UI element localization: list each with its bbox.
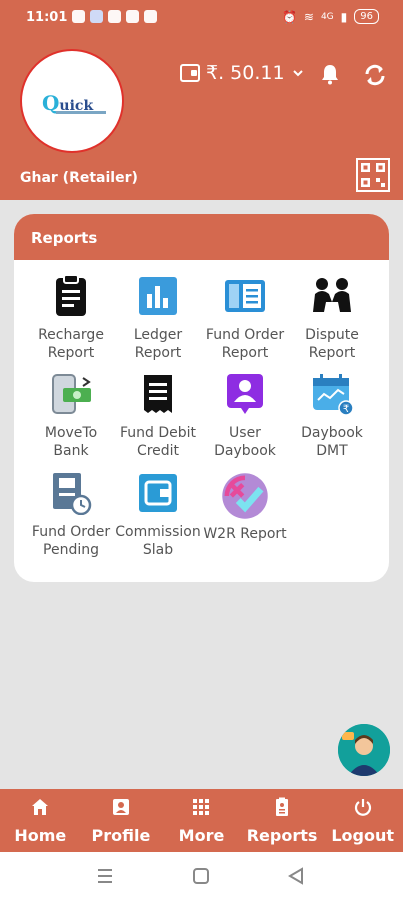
network-label: 4G: [320, 11, 334, 22]
wallet-icon: [139, 474, 177, 512]
reports-card: Reports Recharge Report Ledger Report Fu…: [14, 214, 389, 582]
profile-icon: [112, 799, 129, 815]
app-header: 11:01 ⏰ ≋ 4G ▮ 96 Quick ₹. 50.11 Ghar (R…: [0, 0, 403, 200]
system-navigation-bar: [0, 852, 403, 900]
support-agent-icon: [338, 724, 390, 776]
tile-label: User Daybook: [214, 425, 276, 459]
company-logo[interactable]: Quick: [20, 49, 124, 153]
tile-recharge-report[interactable]: Recharge Report: [24, 274, 118, 362]
refresh-icon[interactable]: [362, 62, 388, 88]
tile-label: Fund Order Pending: [31, 524, 111, 558]
tile-ledger-report[interactable]: Ledger Report: [111, 274, 205, 362]
nav-more[interactable]: More: [161, 789, 242, 852]
tile-commission-slab[interactable]: Commission Slab: [111, 471, 205, 559]
tile-label: W2R Report: [203, 526, 287, 542]
nav-label: More: [178, 826, 225, 845]
svg-text:₹: ₹: [343, 404, 349, 415]
alarm-icon: ⏰: [281, 9, 297, 24]
bar-chart-icon: [139, 277, 177, 315]
reports-title: Reports: [14, 214, 389, 260]
tile-label: Dispute Report: [305, 327, 359, 361]
nav-label: Profile: [91, 826, 151, 845]
support-chat-button[interactable]: [338, 724, 390, 776]
signal-icon: ▮: [340, 9, 348, 24]
status-right: ⏰ ≋ 4G ▮ 96: [282, 9, 379, 24]
system-back-icon[interactable]: [288, 867, 303, 885]
tile-label: Ledger Report: [133, 327, 183, 361]
wallet-balance-button[interactable]: ₹. 50.11: [180, 62, 305, 84]
fund-order-icon: [225, 280, 265, 312]
wallet-icon: [180, 64, 200, 82]
check-cross-icon: [222, 473, 268, 519]
status-bar: 11:01 ⏰ ≋ 4G ▮ 96: [0, 0, 403, 36]
calendar-rupee-icon: ₹: [313, 374, 354, 416]
wallet-balance: ₹. 50.11: [206, 62, 285, 84]
tile-label: Daybook DMT: [301, 425, 363, 459]
nav-profile[interactable]: Profile: [81, 789, 162, 852]
system-home-icon[interactable]: [193, 868, 209, 884]
warning-icon: [108, 10, 121, 23]
logo-tagline: [56, 111, 106, 114]
nav-home[interactable]: Home: [0, 789, 81, 852]
nav-label: Home: [14, 826, 67, 845]
tile-fund-order-pending[interactable]: Fund Order Pending: [24, 471, 118, 559]
dispute-icon: [313, 278, 351, 312]
tile-move-to-bank[interactable]: MoveTo Bank: [24, 372, 118, 460]
home-icon: [32, 799, 49, 815]
notification-icon: [144, 10, 157, 23]
qr-code-icon[interactable]: [356, 158, 390, 192]
tile-user-daybook[interactable]: User Daybook: [198, 372, 292, 460]
tile-label: Fund Debit Credit: [119, 425, 197, 459]
user-daybook-icon: [227, 374, 263, 414]
notification-icon: [72, 10, 85, 23]
tile-label: MoveTo Bank: [44, 425, 98, 459]
tile-daybook-dmt[interactable]: ₹ Daybook DMT: [285, 372, 379, 460]
nav-label: Logout: [331, 826, 394, 845]
tile-fund-order-report[interactable]: Fund Order Report: [198, 274, 292, 362]
wifi-icon: ≋: [303, 9, 314, 24]
tile-dispute-report[interactable]: Dispute Report: [285, 274, 379, 362]
notification-icon: [126, 10, 139, 23]
tile-fund-debit-credit[interactable]: Fund Debit Credit: [111, 372, 205, 460]
report-icon: [276, 797, 289, 816]
bell-icon[interactable]: [318, 62, 342, 86]
pending-clock-icon: [53, 473, 92, 516]
battery-icon: 96: [354, 9, 379, 24]
notification-icons: [72, 10, 157, 23]
nav-label: Reports: [246, 826, 318, 845]
shop-name: Ghar (Retailer): [20, 170, 138, 186]
tile-label: Fund Order Report: [205, 327, 285, 361]
chevron-down-icon: [292, 70, 303, 77]
tile-w2r-report[interactable]: W2R Report: [198, 471, 292, 543]
power-icon: [354, 799, 371, 816]
nav-logout[interactable]: Logout: [322, 789, 403, 852]
tile-label: Commission Slab: [115, 524, 201, 558]
receipt-icon: [144, 375, 172, 413]
status-time: 11:01: [26, 10, 68, 25]
recents-icon[interactable]: [98, 869, 112, 883]
clipboard-icon: [56, 274, 86, 316]
bottom-navigation: Home Profile More Reports Logout: [0, 789, 403, 852]
notification-icon: [90, 10, 103, 23]
tile-label: Recharge Report: [38, 327, 104, 361]
grid-icon: [193, 799, 210, 815]
phone-cash-icon: [52, 374, 91, 414]
nav-reports[interactable]: Reports: [242, 789, 323, 852]
